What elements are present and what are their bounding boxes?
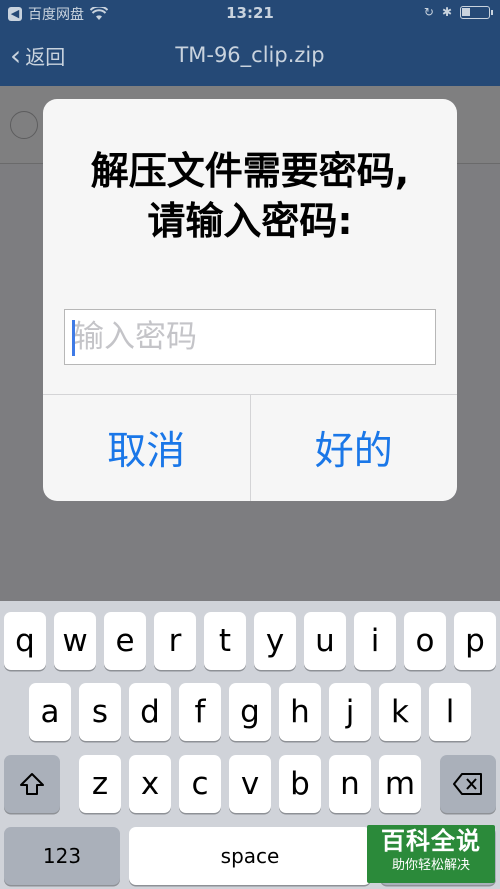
key-m[interactable]: m bbox=[379, 755, 421, 813]
space-key[interactable]: space bbox=[129, 827, 371, 885]
alert-message-line2: 请输入密码: bbox=[147, 199, 353, 243]
status-right: ↻ ✱ bbox=[423, 5, 493, 19]
navigation-bar: ‹ 返回 TM-96_clip.zip bbox=[0, 28, 500, 86]
numbers-key[interactable]: 123 bbox=[4, 827, 120, 885]
shift-icon bbox=[20, 773, 44, 795]
key-h[interactable]: h bbox=[279, 683, 321, 741]
key-u[interactable]: u bbox=[304, 612, 346, 670]
key-d[interactable]: d bbox=[129, 683, 171, 741]
page-title: TM-96_clip.zip bbox=[175, 43, 325, 67]
alert-message-line1: 解压文件需要密码, bbox=[90, 149, 410, 193]
cancel-button[interactable]: 取消 bbox=[43, 395, 250, 501]
key-b[interactable]: b bbox=[279, 755, 321, 813]
key-s[interactable]: s bbox=[79, 683, 121, 741]
key-c[interactable]: c bbox=[179, 755, 221, 813]
bluetooth-icon: ✱ bbox=[441, 5, 452, 19]
key-v[interactable]: v bbox=[229, 755, 271, 813]
key-i[interactable]: i bbox=[354, 612, 396, 670]
key-l[interactable]: l bbox=[429, 683, 471, 741]
key-g[interactable]: g bbox=[229, 683, 271, 741]
key-t[interactable]: t bbox=[204, 612, 246, 670]
alert-message: 解压文件需要密码, 请输入密码: bbox=[43, 146, 457, 246]
key-y[interactable]: y bbox=[254, 612, 296, 670]
key-q[interactable]: q bbox=[4, 612, 46, 670]
key-a[interactable]: a bbox=[29, 683, 71, 741]
battery-icon bbox=[460, 5, 493, 19]
key-p[interactable]: p bbox=[454, 612, 496, 670]
key-j[interactable]: j bbox=[329, 683, 371, 741]
key-o[interactable]: o bbox=[404, 612, 446, 670]
shift-key[interactable] bbox=[4, 755, 60, 813]
delete-key[interactable] bbox=[440, 755, 496, 813]
key-f[interactable]: f bbox=[179, 683, 221, 741]
ok-button[interactable]: 好的 bbox=[249, 395, 458, 501]
watermark-subtitle: 助你轻松解决 bbox=[391, 858, 470, 873]
top-bar: ◀ 百度网盘 13:21 ↻ ✱ ‹ 返回 TM-96_clip.zip bbox=[0, 0, 500, 86]
key-x[interactable]: x bbox=[129, 755, 171, 813]
key-z[interactable]: z bbox=[79, 755, 121, 813]
watermark-logo: 百科全说 助你轻松解决 bbox=[367, 825, 495, 883]
watermark-title: 百科全说 bbox=[381, 827, 481, 855]
key-e[interactable]: e bbox=[104, 612, 146, 670]
key-n[interactable]: n bbox=[329, 755, 371, 813]
radio-button-icon bbox=[10, 111, 38, 139]
alert-actions: 取消 好的 bbox=[43, 394, 457, 501]
text-cursor bbox=[72, 320, 75, 356]
password-alert-dialog: 解压文件需要密码, 请输入密码: 取消 好的 bbox=[43, 99, 457, 501]
password-input[interactable] bbox=[65, 310, 435, 364]
rotation-lock-icon: ↻ bbox=[423, 5, 434, 19]
key-w[interactable]: w bbox=[54, 612, 96, 670]
backspace-icon bbox=[453, 773, 482, 795]
status-bar: ◀ 百度网盘 13:21 ↻ ✱ bbox=[0, 0, 500, 28]
password-field[interactable] bbox=[64, 309, 436, 365]
key-k[interactable]: k bbox=[379, 683, 421, 741]
key-r[interactable]: r bbox=[154, 612, 196, 670]
